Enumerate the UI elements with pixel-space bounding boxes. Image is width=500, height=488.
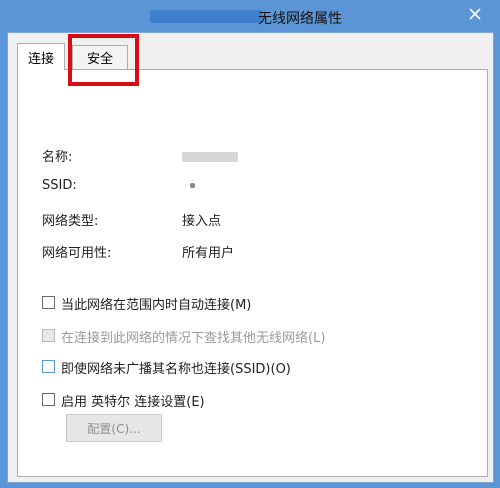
network-availability-label: 网络可用性: — [42, 246, 112, 261]
highlight-box — [68, 34, 139, 86]
close-button[interactable] — [460, 4, 490, 24]
look-for-other-networks-checkbox[interactable] — [42, 329, 55, 342]
network-type-value: 接入点 — [182, 214, 222, 229]
auto-connect-checkbox[interactable] — [42, 296, 55, 309]
intel-connection-settings-checkbox[interactable] — [42, 393, 55, 406]
configure-button[interactable]: 配置(C)... — [66, 414, 162, 442]
look-for-other-networks-label[interactable]: 在连接到此网络的情况下查找其他无线网络(L) — [61, 327, 325, 346]
auto-connect-label[interactable]: 当此网络在范围内时自动连接(M) — [61, 294, 251, 313]
network-availability-value: 所有用户 — [182, 246, 235, 261]
redacted-ssid-value — [190, 183, 195, 188]
network-type-label: 网络类型: — [42, 214, 99, 229]
window-title: 无线网络属性 — [258, 11, 342, 27]
connection-panel: 名称: SSID: 网络类型: 接入点 网络可用性: 所有用户 当此网络在范围内… — [17, 69, 488, 477]
wireless-properties-window: 无线网络属性 连接 安全 名称: SSID: 网络类型: 接入点 网络可用性: … — [0, 0, 500, 488]
ssid-label: SSID: — [42, 178, 77, 193]
connect-hidden-ssid-checkbox[interactable] — [42, 360, 55, 373]
connect-hidden-ssid-label[interactable]: 即使网络未广播其名称也连接(SSID)(O) — [61, 358, 291, 377]
close-icon — [469, 8, 481, 20]
redacted-network-name — [150, 10, 262, 23]
name-label: 名称: — [42, 150, 73, 165]
redacted-name-value — [182, 152, 238, 162]
intel-connection-settings-label[interactable]: 启用 英特尔 连接设置(E) — [61, 391, 205, 410]
title-bar[interactable]: 无线网络属性 — [0, 0, 500, 32]
dialog-client-area: 连接 安全 名称: SSID: 网络类型: 接入点 网络可用性: 所有用户 当此… — [7, 32, 494, 483]
tab-connection[interactable]: 连接 — [17, 43, 65, 70]
